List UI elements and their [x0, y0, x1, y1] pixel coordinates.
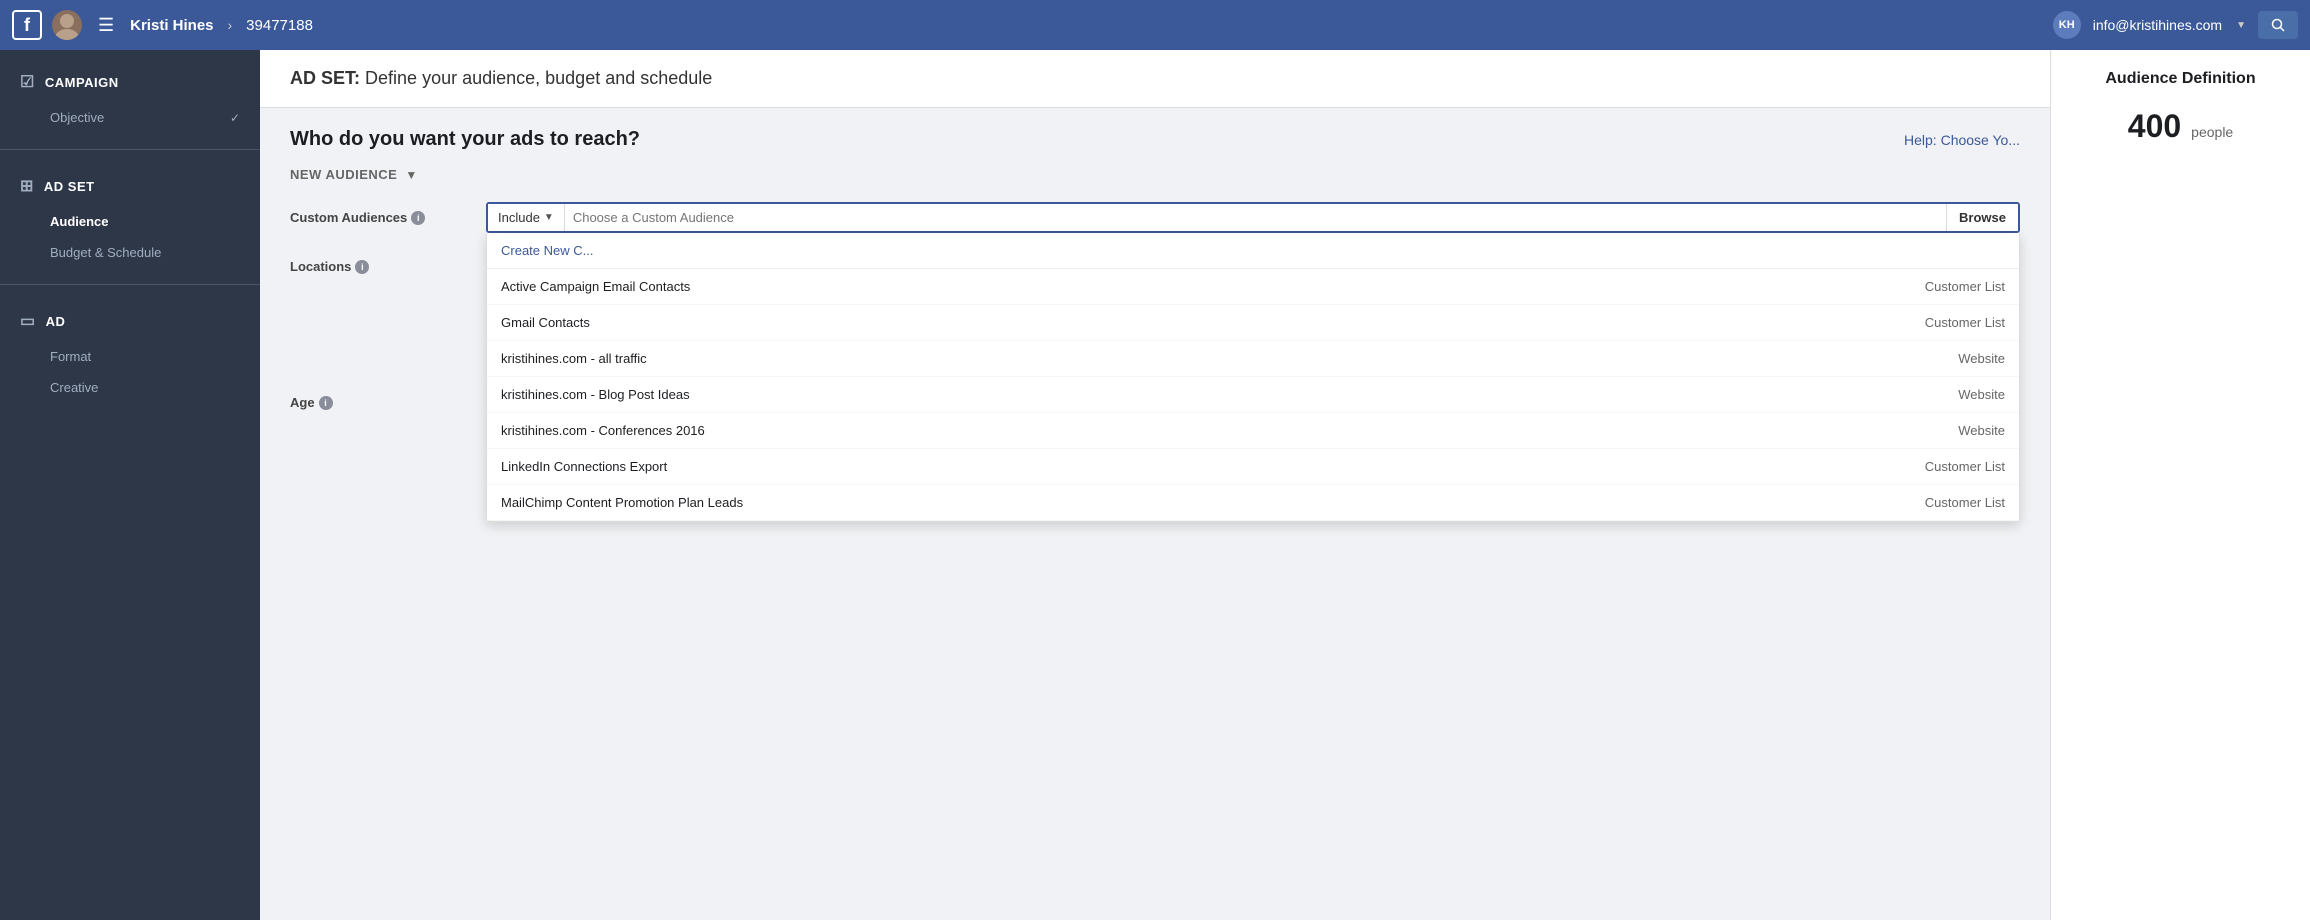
adset-section: ⊞ AD SET Audience Budget & Schedule: [0, 154, 260, 280]
ad-icon: ▭: [20, 311, 36, 331]
help-link[interactable]: Help: Choose Yo...: [1904, 132, 2020, 148]
section-title-row: Who do you want your ads to reach? Help:…: [290, 128, 2020, 151]
main-layout: ☑ CAMPAIGN Objective ✓ ⊞ AD SET Audience…: [0, 50, 2310, 920]
locations-info-icon[interactable]: i: [355, 260, 369, 274]
menu-icon[interactable]: ☰: [98, 15, 114, 36]
dropdown-item-2[interactable]: kristihines.com - all traffic Website: [487, 341, 2019, 377]
sidebar-divider-1: [0, 149, 260, 150]
dropdown-item-4[interactable]: kristihines.com - Conferences 2016 Websi…: [487, 413, 2019, 449]
locations-label: Locations i: [290, 251, 470, 274]
adset-label: AD SET: [44, 179, 95, 194]
dropdown-item-1[interactable]: Gmail Contacts Customer List: [487, 305, 2019, 341]
age-label: Age i: [290, 387, 470, 410]
include-dropdown-button[interactable]: Include ▼: [488, 204, 565, 231]
audience-count-value: 400: [2128, 108, 2181, 145]
custom-audience-search-input[interactable]: [565, 204, 1946, 231]
dropdown-item-name-2: kristihines.com - all traffic: [501, 351, 647, 366]
audience-definition-title: Audience Definition: [2105, 70, 2255, 88]
dropdown-item-3[interactable]: kristihines.com - Blog Post Ideas Websit…: [487, 377, 2019, 413]
dropdown-item-type-1: Customer List: [1925, 315, 2005, 330]
custom-audiences-input-row: Include ▼ Browse: [486, 202, 2020, 233]
new-audience-row: NEW AUDIENCE ▼: [290, 167, 2020, 182]
sidebar-item-creative[interactable]: Creative: [0, 372, 260, 403]
dropdown-item-type-4: Website: [1958, 423, 2005, 438]
nav-right-area: KH info@kristihines.com ▼: [2053, 11, 2298, 39]
sidebar-item-budget-schedule[interactable]: Budget & Schedule: [0, 237, 260, 268]
top-navigation: f ☰ Kristi Hines › 39477188 KH info@kris…: [0, 0, 2310, 50]
search-button[interactable]: [2258, 11, 2298, 39]
sidebar-divider-2: [0, 284, 260, 285]
facebook-logo-icon: f: [12, 10, 42, 40]
custom-audiences-label: Custom Audiences i: [290, 202, 470, 225]
audience-definition-panel: Audience Definition 400 people: [2050, 50, 2310, 920]
adset-page-header: AD SET: Define your audience, budget and…: [260, 50, 2050, 108]
dropdown-item-6[interactable]: MailChimp Content Promotion Plan Leads C…: [487, 485, 2019, 521]
adset-header: ⊞ AD SET: [0, 166, 260, 206]
email-dropdown-arrow-icon[interactable]: ▼: [2236, 20, 2246, 31]
objective-check-icon: ✓: [230, 111, 240, 125]
dropdown-item-0[interactable]: Active Campaign Email Contacts Customer …: [487, 269, 2019, 305]
sidebar-item-format[interactable]: Format: [0, 341, 260, 372]
dropdown-item-type-2: Website: [1958, 351, 2005, 366]
adset-prefix: AD SET:: [290, 68, 360, 88]
include-label: Include: [498, 210, 540, 225]
dropdown-item-name-1: Gmail Contacts: [501, 315, 590, 330]
dropdown-item-type-3: Website: [1958, 387, 2005, 402]
content-main: AD SET: Define your audience, budget and…: [260, 50, 2050, 920]
dropdown-item-name-5: LinkedIn Connections Export: [501, 459, 667, 474]
dropdown-item-type-6: Customer List: [1925, 495, 2005, 510]
section-body: Who do you want your ads to reach? Help:…: [260, 108, 2050, 456]
adset-icon: ⊞: [20, 176, 34, 196]
custom-audience-dropdown: Create New C... Active Campaign Email Co…: [486, 233, 2020, 522]
dropdown-item-type-0: Customer List: [1925, 279, 2005, 294]
account-id-label: 39477188: [246, 17, 313, 34]
browse-button[interactable]: Browse: [1946, 204, 2018, 231]
ad-header: ▭ AD: [0, 301, 260, 341]
custom-audiences-control: Include ▼ Browse Create New C...: [486, 202, 2020, 233]
create-new-option[interactable]: Create New C...: [487, 233, 2019, 269]
dropdown-item-5[interactable]: LinkedIn Connections Export Customer Lis…: [487, 449, 2019, 485]
sidebar: ☑ CAMPAIGN Objective ✓ ⊞ AD SET Audience…: [0, 50, 260, 920]
new-audience-arrow-icon[interactable]: ▼: [405, 168, 417, 182]
campaign-icon: ☑: [20, 72, 35, 92]
ad-label: AD: [46, 314, 66, 329]
dropdown-item-name-3: kristihines.com - Blog Post Ideas: [501, 387, 690, 402]
content-with-panel: AD SET: Define your audience, budget and…: [260, 50, 2310, 920]
avatar: [52, 10, 82, 40]
sidebar-item-audience[interactable]: Audience: [0, 206, 260, 237]
dropdown-item-name-0: Active Campaign Email Contacts: [501, 279, 690, 294]
custom-audiences-info-icon[interactable]: i: [411, 211, 425, 225]
campaign-header: ☑ CAMPAIGN: [0, 62, 260, 102]
campaign-section: ☑ CAMPAIGN Objective ✓: [0, 50, 260, 145]
dropdown-item-name-4: kristihines.com - Conferences 2016: [501, 423, 705, 438]
campaign-label: CAMPAIGN: [45, 75, 119, 90]
audience-people-label: people: [2191, 124, 2233, 140]
audience-count-row: 400 people: [2128, 108, 2233, 145]
dropdown-item-name-6: MailChimp Content Promotion Plan Leads: [501, 495, 743, 510]
nav-email-label[interactable]: info@kristihines.com: [2093, 17, 2222, 33]
username-label: Kristi Hines: [130, 17, 213, 34]
include-arrow-icon: ▼: [544, 212, 554, 223]
sidebar-item-objective[interactable]: Objective ✓: [0, 102, 260, 133]
new-audience-label: NEW AUDIENCE: [290, 167, 397, 182]
dropdown-item-type-5: Customer List: [1925, 459, 2005, 474]
custom-audiences-row: Custom Audiences i Include ▼ Browse: [290, 202, 2020, 233]
section-title: Who do you want your ads to reach?: [290, 128, 640, 151]
ad-section: ▭ AD Format Creative: [0, 289, 260, 415]
adset-title: Define your audience, budget and schedul…: [365, 68, 712, 88]
nav-arrow-icon: ›: [228, 17, 233, 33]
age-info-icon[interactable]: i: [319, 396, 333, 410]
kh-badge: KH: [2053, 11, 2081, 39]
